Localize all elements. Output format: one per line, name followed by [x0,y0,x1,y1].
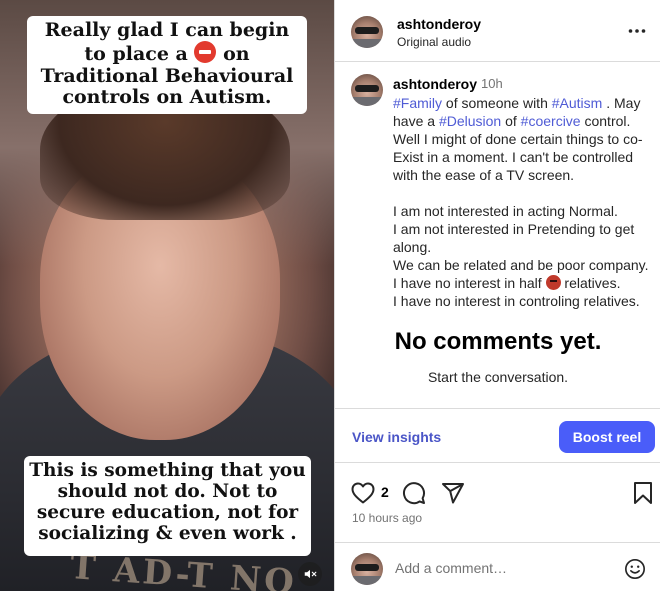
avatar[interactable] [351,16,383,48]
caption-line: I am not interested in acting Normal. [393,203,618,219]
no-comments-title: No comments yet. [394,328,602,355]
hashtag-family[interactable]: #Family [393,95,442,111]
heart-icon [351,482,375,504]
action-bar: 2 10 hours ago [335,463,660,543]
reel-video[interactable]: T AD-T NO Really glad I can begin to pla… [0,0,334,591]
caption-line: I am not interested in Pretending to get… [393,221,635,255]
caption-line: I have no interest in controling relativ… [393,293,640,309]
hashtag-delusion[interactable]: #Delusion [439,113,501,129]
video-caption-top: Really glad I can begin to place a on Tr… [27,16,307,114]
caption-text: #Family of someone with #Autism . May ha… [393,94,657,310]
more-horizontal-icon [628,29,646,33]
boost-reel-button[interactable]: Boost reel [559,421,655,453]
audio-link[interactable]: Original audio [397,35,471,49]
save-button[interactable] [630,480,656,506]
stop-sign-emoji [194,41,217,64]
more-options-button[interactable] [625,21,649,41]
comment-composer [335,543,660,591]
header-username[interactable]: ashtonderoy [397,16,481,32]
speaker-muted-icon [304,569,317,579]
caption-line: We can be related and be poor company. [393,257,649,273]
angry-demon-emoji [545,275,561,290]
share-icon [442,483,464,504]
caption-fragment: of someone with [442,95,552,111]
post-side-panel: ashtonderoy Original audio ashtonderoy 1… [334,0,660,591]
emoji-button[interactable] [623,557,647,581]
share-button[interactable] [440,480,466,506]
mute-button[interactable] [298,562,322,586]
insights-bar: View insights Boost reel [335,408,660,463]
caption-line: I have no interest in half [393,275,542,291]
caption-fragment: of [501,113,521,129]
post-caption: ashtonderoy 10h #Family of someone with … [335,62,660,408]
caption-username[interactable]: ashtonderoy [393,76,477,92]
comment-input[interactable] [395,556,605,580]
caption-top-text-1: Really glad I can begin to place a [44,19,290,66]
comment-button[interactable] [401,480,427,506]
avatar [351,553,383,585]
caption-line: relatives. [560,275,621,291]
like-count[interactable]: 2 [381,484,389,500]
post-header: ashtonderoy Original audio [335,0,660,62]
view-insights-link[interactable]: View insights [352,429,441,445]
hashtag-autism[interactable]: #Autism [552,95,603,111]
smiley-icon [625,559,645,579]
video-caption-bottom: This is something that you should not do… [24,456,311,556]
avatar[interactable] [351,74,383,106]
bookmark-icon [634,482,652,504]
hashtag-coercive[interactable]: #coercive [521,113,581,129]
post-age: 10h [481,76,503,91]
post-timestamp: 10 hours ago [352,511,423,525]
start-conversation-text: Start the conversation. [427,369,569,385]
like-button[interactable] [350,480,376,506]
comment-icon [403,482,425,505]
